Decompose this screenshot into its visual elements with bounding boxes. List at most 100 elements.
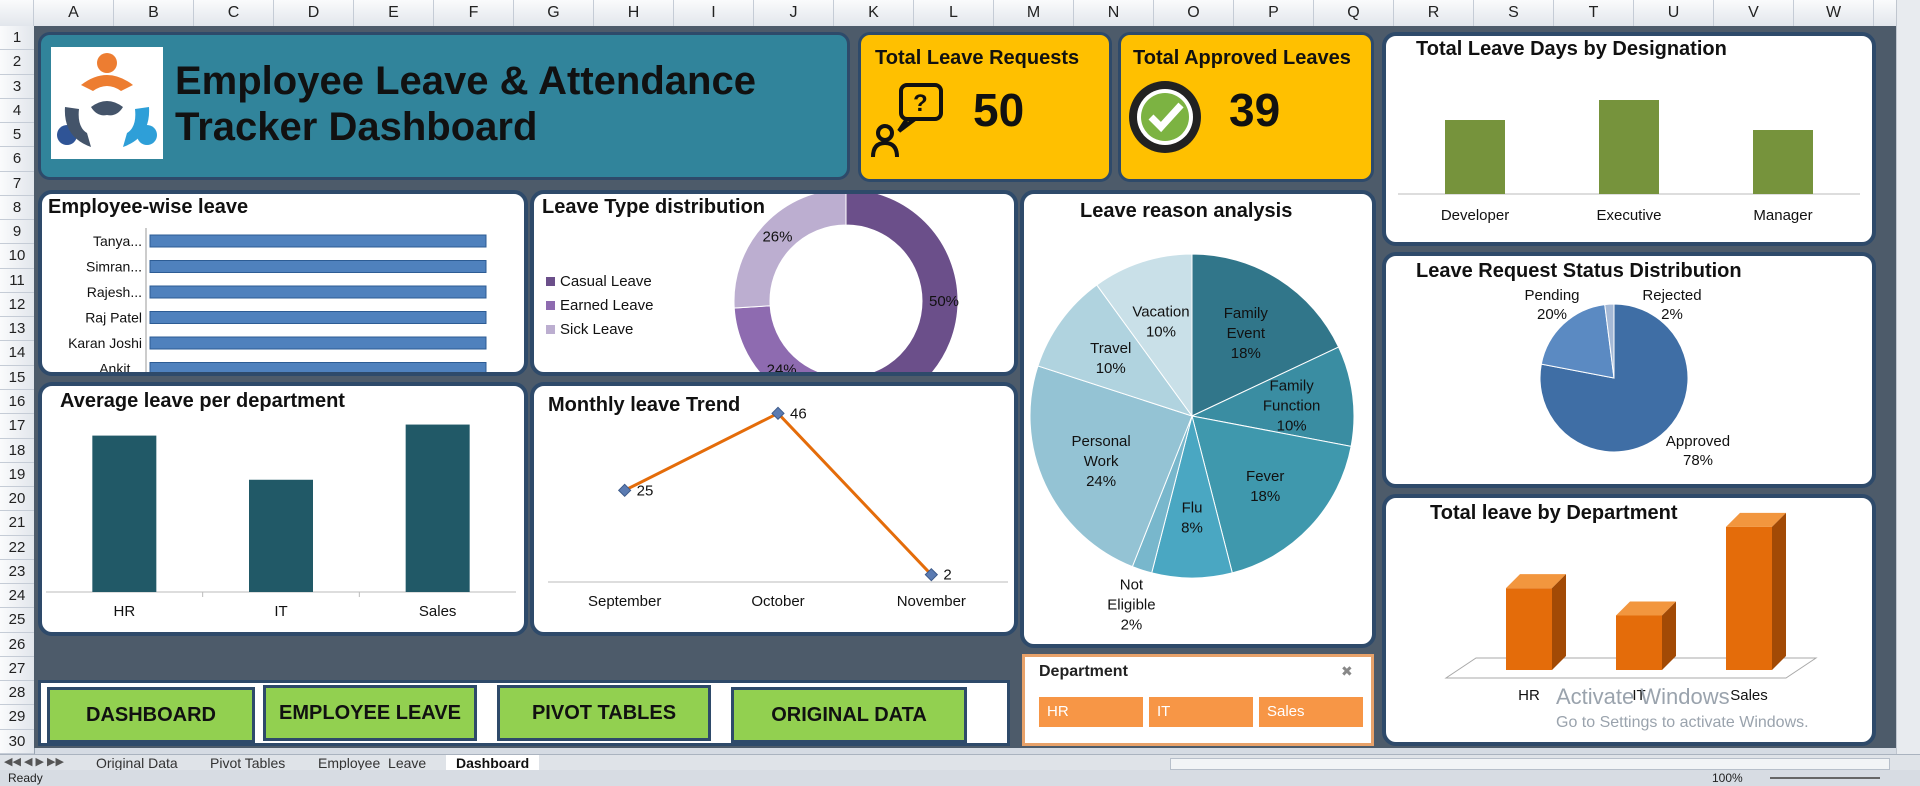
row-header-4[interactable]: 4 <box>0 99 34 124</box>
zoom-slider[interactable] <box>1770 777 1880 779</box>
leave-reason-pie-chart: Family Event 18% Family Function 10% Fever 18% F… <box>1029 253 1355 633</box>
row-header-26[interactable]: 26 <box>0 633 34 657</box>
column-header-h[interactable]: H <box>594 0 674 26</box>
row-header-24[interactable]: 24 <box>0 584 34 609</box>
row-header-bar: 1 2 3 4 5 6 7 8 9 10 11 12 13 14 15 16 17 18 19 20 21 22 23 24 2… <box>0 26 35 754</box>
legend-swatch-sick-leave <box>546 325 555 334</box>
row-header-8[interactable]: 8 <box>0 196 34 221</box>
svg-text:Travel: Travel <box>1090 340 1131 357</box>
tab-scroll-arrows[interactable]: ◀◀ ◀ ▶ ▶▶ <box>4 755 64 768</box>
row-header-1[interactable]: 1 <box>0 26 34 51</box>
clear-filter-icon[interactable]: ✖ <box>1341 663 1353 680</box>
pivot-tables-button[interactable]: PIVOT TABLES <box>497 685 711 741</box>
status-distribution-panel: Leave Request Status Distribution Approv… <box>1382 252 1876 488</box>
check-badge-icon <box>1125 77 1205 162</box>
column-header-g[interactable]: G <box>514 0 594 26</box>
designation-bar-manager <box>1753 130 1813 194</box>
tab-pivot-tables[interactable]: Pivot Tables <box>200 755 295 771</box>
slicer-item-sales[interactable]: Sales <box>1259 697 1363 727</box>
column-header-p[interactable]: P <box>1234 0 1314 26</box>
slicer-item-it[interactable]: IT <box>1149 697 1253 727</box>
column-header-r[interactable]: R <box>1394 0 1474 26</box>
row-header-25[interactable]: 25 <box>0 608 34 633</box>
row-header-23[interactable]: 23 <box>0 560 34 585</box>
tab-original-data[interactable]: Original Data <box>86 755 188 771</box>
row-header-19[interactable]: 19 <box>0 463 34 488</box>
designation-chart-title: Total Leave Days by Designation <box>1416 38 1727 60</box>
tab-employee-leave[interactable]: Employee_Leave <box>308 755 436 771</box>
dept-bar-front-sales <box>1726 526 1772 670</box>
dept-bar-side-sales <box>1772 512 1786 670</box>
designation-bar-chart: Developer Executive Manager <box>1398 100 1860 224</box>
legend-casual-leave: Casual Leave <box>560 273 652 290</box>
column-header-j[interactable]: J <box>754 0 834 26</box>
column-header-l[interactable]: L <box>914 0 994 26</box>
row-header-3[interactable]: 3 <box>0 75 34 99</box>
row-header-9[interactable]: 9 <box>0 220 34 245</box>
column-header-m[interactable]: M <box>994 0 1074 26</box>
title-banner: Employee Leave & Attendance Tracker Dash… <box>38 32 850 180</box>
dept-tick-sales: Sales <box>1730 687 1768 704</box>
row-header-6[interactable]: 6 <box>0 147 34 172</box>
donut-label-sick-leave: 26% <box>762 229 792 246</box>
column-header-v[interactable]: V <box>1714 0 1794 26</box>
row-header-15[interactable]: 15 <box>0 366 34 390</box>
tab-dashboard[interactable]: Dashboard <box>446 755 540 771</box>
select-all-corner[interactable] <box>0 0 34 26</box>
designation-tick-developer: Developer <box>1441 207 1509 224</box>
column-header-n[interactable]: N <box>1074 0 1154 26</box>
vertical-scrollbar[interactable] <box>1896 0 1920 754</box>
row-header-20[interactable]: 20 <box>0 487 34 512</box>
original-data-button[interactable]: ORIGINAL DATA <box>731 687 967 743</box>
horizontal-scrollbar[interactable] <box>1170 758 1890 770</box>
column-header-q[interactable]: Q <box>1314 0 1394 26</box>
monthly-tick-october: October <box>751 593 804 610</box>
legend-sick-leave: Sick Leave <box>560 321 633 338</box>
column-header-b[interactable]: B <box>114 0 194 26</box>
row-header-18[interactable]: 18 <box>0 439 34 463</box>
column-header-a[interactable]: A <box>34 0 114 26</box>
row-header-28[interactable]: 28 <box>0 681 34 706</box>
row-header-16[interactable]: 16 <box>0 390 34 415</box>
monthly-label-november: 2 <box>943 567 951 584</box>
designation-chart-panel: Total Leave Days by Designation Develope… <box>1382 32 1876 246</box>
avg-dept-panel: Average leave per department HR IT Sales <box>38 382 528 636</box>
column-header-u[interactable]: U <box>1634 0 1714 26</box>
slicer-item-hr[interactable]: HR <box>1039 697 1143 727</box>
row-header-2[interactable]: 2 <box>0 50 34 75</box>
question-chat-icon: ? <box>871 81 951 166</box>
row-header-29[interactable]: 29 <box>0 705 34 730</box>
kpi-approved-value: 39 <box>1229 84 1281 136</box>
column-header-c[interactable]: C <box>194 0 274 26</box>
column-header-i[interactable]: I <box>674 0 754 26</box>
row-header-30[interactable]: 30 <box>0 730 34 754</box>
column-header-e[interactable]: E <box>354 0 434 26</box>
zoom-level: 100% <box>1712 771 1743 785</box>
avg-tick-hr: HR <box>113 603 135 620</box>
column-header-s[interactable]: S <box>1474 0 1554 26</box>
column-header-k[interactable]: K <box>834 0 914 26</box>
column-header-w[interactable]: W <box>1794 0 1874 26</box>
row-header-12[interactable]: 12 <box>0 293 34 318</box>
row-header-22[interactable]: 22 <box>0 536 34 560</box>
row-header-5[interactable]: 5 <box>0 123 34 148</box>
employee-leave-button[interactable]: EMPLOYEE LEAVE <box>263 685 477 741</box>
row-header-27[interactable]: 27 <box>0 657 34 682</box>
column-header-t[interactable]: T <box>1554 0 1634 26</box>
row-header-17[interactable]: 17 <box>0 414 34 439</box>
dashboard-button[interactable]: DASHBOARD <box>47 687 255 743</box>
row-header-10[interactable]: 10 <box>0 244 34 269</box>
row-header-21[interactable]: 21 <box>0 511 34 536</box>
svg-text:Work: Work <box>1084 453 1119 470</box>
column-header-f[interactable]: F <box>434 0 514 26</box>
row-header-14[interactable]: 14 <box>0 341 34 366</box>
row-header-7[interactable]: 7 <box>0 172 34 196</box>
employee-label-raj-patel: Raj Patel <box>85 310 142 326</box>
monthly-line <box>623 411 933 576</box>
column-header-o[interactable]: O <box>1154 0 1234 26</box>
status-value-rejected: 2% <box>1661 306 1683 323</box>
monthly-tick-november: November <box>897 593 966 610</box>
row-header-13[interactable]: 13 <box>0 317 34 342</box>
column-header-d[interactable]: D <box>274 0 354 26</box>
row-header-11[interactable]: 11 <box>0 269 34 293</box>
